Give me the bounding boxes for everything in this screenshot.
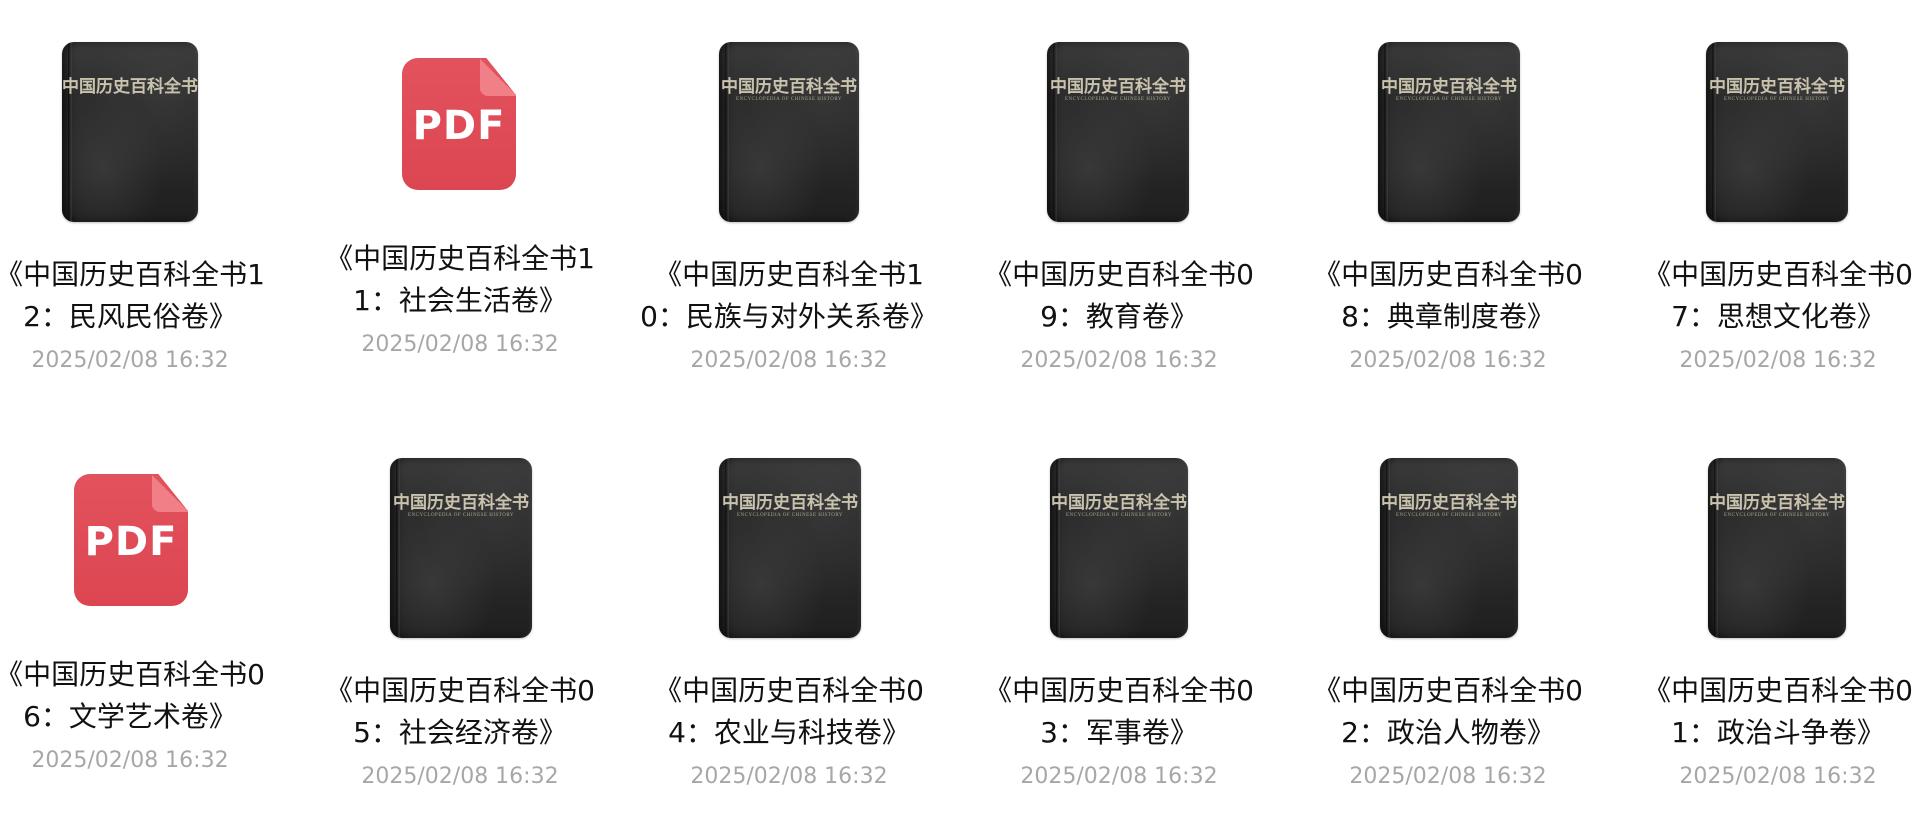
file-item[interactable]: 中国历史百科全书 ENCYCLOPEDIA OF CHINESE HISTORY… [1643, 0, 1922, 400]
book-cover-icon: 中国历史百科全书 ENCYCLOPEDIA OF CHINESE HISTORY [1047, 42, 1189, 222]
file-name: 《中国历史百科全书06：文学艺术卷》 [0, 658, 265, 733]
file-item[interactable]: PDF 《中国历史百科全书06：文学艺术卷》 2025/02/08 16:32 [0, 400, 300, 800]
file-name: 《中国历史百科全书07：思想文化卷》 [1643, 258, 1913, 333]
file-date: 2025/02/08 16:32 [690, 764, 888, 789]
file-date: 2025/02/08 16:32 [1349, 348, 1547, 373]
book-cover-icon: 中国历史百科全书 ENCYCLOPEDIA OF CHINESE HISTORY [1708, 458, 1846, 638]
file-name: 《中国历史百科全书03：军事卷》 [984, 674, 1254, 749]
cover-title: 中国历史百科全书 [721, 77, 857, 97]
cover-subtitle: ENCYCLOPEDIA OF CHINESE HISTORY [1723, 97, 1831, 102]
file-date: 2025/02/08 16:32 [361, 764, 559, 789]
book-spine [396, 458, 400, 638]
book-spine [1714, 458, 1718, 638]
book-cover-icon: 中国历史百科全书 ENCYCLOPEDIA OF CHINESE HISTORY [1378, 42, 1520, 222]
book-cover-icon: 中国历史百科全书 ENCYCLOPEDIA OF CHINESE HISTORY [1706, 42, 1848, 222]
cover-subtitle: ENCYCLOPEDIA OF CHINESE HISTORY [735, 97, 843, 102]
file-name: 《中国历史百科全书09：教育卷》 [984, 258, 1254, 333]
book-spine [725, 42, 729, 222]
file-item[interactable]: PDF 《中国历史百科全书11：社会生活卷》 2025/02/08 16:32 [325, 0, 630, 400]
file-date: 2025/02/08 16:32 [31, 348, 229, 373]
file-name: 《中国历史百科全书02：政治人物卷》 [1313, 674, 1583, 749]
file-date: 2025/02/08 16:32 [1679, 764, 1877, 789]
book-cover-icon: 中国历史百科全书 [62, 42, 198, 222]
cover-title: 中国历史百科全书 [1709, 77, 1845, 97]
cover-subtitle: ENCYCLOPEDIA OF CHINESE HISTORY [1064, 97, 1172, 102]
cover-title: 中国历史百科全书 [1381, 77, 1517, 97]
file-date: 2025/02/08 16:32 [1020, 348, 1218, 373]
cover-title: 中国历史百科全书 [1050, 77, 1186, 97]
book-cover-icon: 中国历史百科全书 ENCYCLOPEDIA OF CHINESE HISTORY [1050, 458, 1188, 638]
book-spine [1053, 42, 1057, 222]
cover-subtitle: ENCYCLOPEDIA OF CHINESE HISTORY [1395, 513, 1503, 518]
cover-title: 中国历史百科全书 [1709, 493, 1845, 513]
book-spine [1384, 42, 1388, 222]
file-name: 《中国历史百科全书04：农业与科技卷》 [654, 674, 924, 749]
file-item[interactable]: 中国历史百科全书 ENCYCLOPEDIA OF CHINESE HISTORY… [984, 400, 1289, 800]
file-name: 《中国历史百科全书12：民风民俗卷》 [0, 258, 265, 333]
file-date: 2025/02/08 16:32 [1349, 764, 1547, 789]
cover-subtitle: ENCYCLOPEDIA OF CHINESE HISTORY [1065, 513, 1173, 518]
book-cover-icon: 中国历史百科全书 ENCYCLOPEDIA OF CHINESE HISTORY [719, 42, 859, 222]
file-item[interactable]: 中国历史百科全书 ENCYCLOPEDIA OF CHINESE HISTORY… [1643, 400, 1922, 800]
file-date: 2025/02/08 16:32 [1020, 764, 1218, 789]
file-grid: 中国历史百科全书 《中国历史百科全书12：民风民俗卷》 2025/02/08 1… [0, 0, 1922, 826]
file-name: 《中国历史百科全书10：民族与对外关系卷》 [640, 258, 938, 333]
file-name: 《中国历史百科全书01：政治斗争卷》 [1643, 674, 1913, 749]
cover-subtitle: ENCYCLOPEDIA OF CHINESE HISTORY [1723, 513, 1831, 518]
file-name: 《中国历史百科全书11：社会生活卷》 [325, 242, 595, 317]
file-item[interactable]: 中国历史百科全书 《中国历史百科全书12：民风民俗卷》 2025/02/08 1… [0, 0, 300, 400]
cover-title: 中国历史百科全书 [722, 493, 858, 513]
file-item[interactable]: 中国历史百科全书 ENCYCLOPEDIA OF CHINESE HISTORY… [984, 0, 1289, 400]
book-cover-icon: 中国历史百科全书 ENCYCLOPEDIA OF CHINESE HISTORY [1380, 458, 1518, 638]
book-cover-icon: 中国历史百科全书 ENCYCLOPEDIA OF CHINESE HISTORY [390, 458, 532, 638]
pdf-icon-label: PDF [84, 519, 178, 565]
cover-subtitle: ENCYCLOPEDIA OF CHINESE HISTORY [736, 513, 844, 518]
cover-title: 中国历史百科全书 [62, 77, 198, 97]
cover-title: 中国历史百科全书 [393, 493, 529, 513]
file-date: 2025/02/08 16:32 [1679, 348, 1877, 373]
book-cover-icon: 中国历史百科全书 ENCYCLOPEDIA OF CHINESE HISTORY [719, 458, 861, 638]
cover-title: 中国历史百科全书 [1051, 493, 1187, 513]
file-item[interactable]: 中国历史百科全书 ENCYCLOPEDIA OF CHINESE HISTORY… [1313, 0, 1618, 400]
book-spine [725, 458, 729, 638]
cover-subtitle: ENCYCLOPEDIA OF CHINESE HISTORY [407, 513, 515, 518]
pdf-fold-icon [152, 474, 188, 512]
pdf-fold-icon [480, 58, 516, 96]
file-date: 2025/02/08 16:32 [361, 332, 559, 357]
pdf-icon-label: PDF [412, 103, 506, 149]
file-name: 《中国历史百科全书05：社会经济卷》 [325, 674, 595, 749]
book-spine [1712, 42, 1716, 222]
file-date: 2025/02/08 16:32 [31, 748, 229, 773]
book-spine [68, 42, 72, 222]
cover-title: 中国历史百科全书 [1381, 493, 1517, 513]
file-date: 2025/02/08 16:32 [690, 348, 888, 373]
file-item[interactable]: 中国历史百科全书 ENCYCLOPEDIA OF CHINESE HISTORY… [1313, 400, 1618, 800]
book-spine [1056, 458, 1060, 638]
book-spine [1386, 458, 1390, 638]
file-item[interactable]: 中国历史百科全书 ENCYCLOPEDIA OF CHINESE HISTORY… [654, 400, 959, 800]
file-item[interactable]: 中国历史百科全书 ENCYCLOPEDIA OF CHINESE HISTORY… [640, 0, 959, 400]
cover-subtitle: ENCYCLOPEDIA OF CHINESE HISTORY [1395, 97, 1503, 102]
file-name: 《中国历史百科全书08：典章制度卷》 [1313, 258, 1583, 333]
file-item[interactable]: 中国历史百科全书 ENCYCLOPEDIA OF CHINESE HISTORY… [325, 400, 630, 800]
